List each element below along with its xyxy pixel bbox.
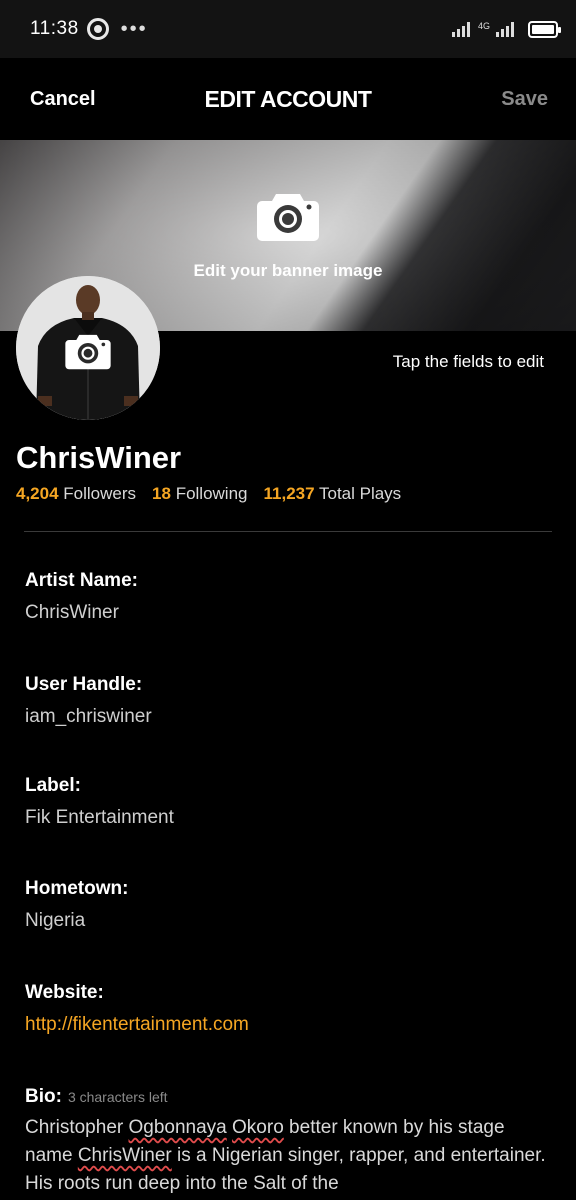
followers-stat[interactable]: 4,204 Followers — [16, 484, 136, 504]
app-notification-icon — [86, 18, 109, 40]
network-type-label: 4G — [477, 20, 490, 31]
plays-count: 11,237 — [263, 484, 315, 503]
artist-name-label: Artist Name: — [25, 570, 138, 591]
profile-stats: 4,204 Followers 18 Following 11,237 Tota… — [16, 484, 401, 504]
following-label: Following — [175, 484, 248, 503]
bio-label: Bio: — [25, 1086, 62, 1107]
artist-name-field: Artist Name: ChrisWiner — [25, 570, 551, 624]
label-input[interactable]: Fik Entertainment — [25, 807, 551, 829]
bio-misspelled-word: ChrisWiner — [77, 1145, 172, 1166]
bio-misspelled-word: Ogbonnaya — [128, 1117, 227, 1138]
signal-icon — [451, 21, 470, 37]
user-handle-field: User Handle: iam_chriswiner — [25, 674, 551, 728]
bio-misspelled-word: Okoro — [232, 1117, 284, 1138]
plays-label: Total Plays — [318, 484, 402, 503]
avatar-camera-icon — [65, 334, 111, 370]
bio-field: Bio: 3 characters left Christopher Ogbonn… — [25, 1086, 551, 1198]
camera-icon — [257, 194, 319, 241]
user-handle-label: User Handle: — [25, 674, 143, 695]
website-label: Website: — [25, 982, 104, 1003]
status-bar: 11:38 ••• 4G — [0, 0, 576, 58]
battery-icon — [528, 20, 561, 38]
nav-bar: Cancel EDIT ACCOUNT Save — [0, 58, 576, 140]
website-input[interactable]: http://fikentertainment.com — [25, 1014, 551, 1036]
hometown-label: Hometown: — [25, 878, 129, 899]
website-field: Website: http://fikentertainment.com — [25, 982, 551, 1036]
bio-text-part: Christopher — [25, 1117, 129, 1138]
more-notifications-icon: ••• — [120, 18, 148, 40]
plays-stat: 11,237 Total Plays — [264, 484, 402, 504]
hometown-input[interactable]: Nigeria — [25, 910, 551, 932]
bio-input[interactable]: Christopher Ogbonnaya Okoro better known… — [25, 1114, 551, 1198]
label-field: Label: Fik Entertainment — [25, 775, 551, 829]
bio-character-counter: 3 characters left — [67, 1089, 168, 1105]
signal-icon-2 — [496, 21, 514, 37]
following-count: 18 — [152, 484, 171, 503]
status-indicators: 4G — [451, 20, 561, 38]
label-label: Label: — [25, 775, 81, 796]
bio-header: Bio: 3 characters left — [25, 1086, 551, 1108]
following-stat[interactable]: 18 Following — [152, 484, 247, 504]
hometown-field: Hometown: Nigeria — [25, 878, 551, 932]
followers-label: Followers — [63, 484, 137, 503]
profile-name: ChrisWiner — [16, 440, 182, 475]
profile-avatar[interactable] — [16, 276, 160, 420]
artist-name-input[interactable]: ChrisWiner — [25, 602, 551, 624]
cancel-button[interactable]: Cancel — [30, 88, 96, 111]
save-button[interactable]: Save — [501, 88, 548, 111]
divider — [24, 531, 552, 532]
user-handle-input[interactable]: iam_chriswiner — [25, 706, 551, 728]
followers-count: 4,204 — [16, 484, 59, 503]
status-time: 11:38 — [30, 18, 79, 39]
edit-hint: Tap the fields to edit — [392, 352, 544, 371]
